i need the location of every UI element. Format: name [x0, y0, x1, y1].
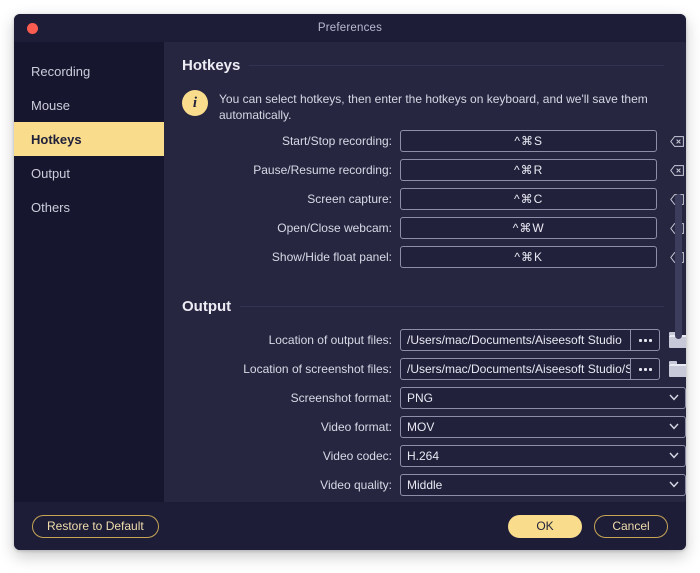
hotkey-label: Open/Close webcam:	[277, 221, 392, 235]
scrollbar-thumb[interactable]	[675, 194, 682, 339]
screenshot-path-input[interactable]: /Users/mac/Documents/Aiseesoft Studio/Sn…	[400, 358, 661, 380]
video-quality-select[interactable]: Middle	[400, 474, 686, 496]
sidebar-item-label: Hotkeys	[31, 131, 82, 147]
section-divider	[240, 306, 664, 307]
window-body: Recording Mouse Hotkeys Output Others Ho…	[14, 42, 686, 502]
hotkey-row-screen-capture: Screen capture: ^⌘C	[182, 188, 686, 210]
info-banner-text: You can select hotkeys, then enter the h…	[219, 92, 648, 122]
dialog-footer: Restore to Default OK Cancel	[14, 502, 686, 550]
settings-content: Hotkeys i You can select hotkeys, then e…	[164, 42, 686, 502]
video-quality-label: Video quality:	[320, 478, 392, 492]
video-codec-select[interactable]: H.264	[400, 445, 686, 467]
screenshot-format-select[interactable]: PNG	[400, 387, 686, 409]
hotkey-row-start-stop: Start/Stop recording: ^⌘S	[182, 130, 686, 152]
hotkey-input-pause-resume[interactable]: ^⌘R	[400, 159, 658, 181]
cancel-button[interactable]: Cancel	[594, 514, 668, 538]
output-path-row: Location of output files: /Users/mac/Doc…	[182, 329, 686, 351]
scrollbar-track[interactable]	[675, 44, 684, 500]
info-icon: i	[182, 90, 208, 116]
hotkey-label: Show/Hide float panel:	[271, 250, 392, 264]
video-quality-row: Video quality: Middle	[182, 474, 686, 496]
hotkey-value: ^⌘S	[514, 134, 544, 148]
sidebar-item-others[interactable]: Others	[14, 190, 164, 224]
video-format-select[interactable]: MOV	[400, 416, 686, 438]
video-codec-label: Video codec:	[322, 449, 392, 463]
screenshot-format-value: PNG	[407, 391, 434, 405]
hotkeys-section-header: Hotkeys	[182, 42, 686, 74]
video-quality-value: Middle	[407, 478, 443, 492]
video-format-label: Video format:	[320, 420, 392, 434]
section-title: Output	[182, 298, 232, 315]
ellipsis-icon[interactable]	[630, 359, 659, 379]
hotkey-label: Screen capture:	[307, 192, 392, 206]
screenshot-format-row: Screenshot format: PNG	[182, 387, 686, 409]
sidebar-item-recording[interactable]: Recording	[14, 54, 164, 88]
hotkey-input-screen-capture[interactable]: ^⌘C	[400, 188, 658, 210]
hotkey-label: Start/Stop recording:	[281, 134, 392, 148]
sidebar-item-label: Others	[31, 199, 71, 215]
ok-button[interactable]: OK	[508, 514, 582, 538]
hotkey-row-pause-resume: Pause/Resume recording: ^⌘R	[182, 159, 686, 181]
info-banner: i You can select hotkeys, then enter the…	[182, 90, 686, 123]
screenshot-path-label: Location of screenshot files:	[243, 362, 392, 376]
hotkey-label: Pause/Resume recording:	[253, 163, 392, 177]
sidebar: Recording Mouse Hotkeys Output Others	[14, 42, 164, 502]
window-title: Preferences	[317, 22, 383, 34]
screenshot-path-value: /Users/mac/Documents/Aiseesoft Studio/Sn…	[407, 362, 630, 376]
restore-to-default-button[interactable]: Restore to Default	[32, 514, 159, 538]
hotkey-input-webcam[interactable]: ^⌘W	[400, 217, 658, 239]
video-format-value: MOV	[407, 420, 435, 434]
screenshot-path-row: Location of screenshot files: /Users/mac…	[182, 358, 686, 380]
sidebar-item-label: Output	[31, 165, 71, 181]
section-title: Hotkeys	[182, 57, 241, 74]
hotkey-value: ^⌘C	[514, 192, 544, 206]
output-path-value: /Users/mac/Documents/Aiseesoft Studio	[407, 333, 622, 347]
hotkey-row-webcam: Open/Close webcam: ^⌘W	[182, 217, 686, 239]
screenshot-format-label: Screenshot format:	[290, 391, 392, 405]
sidebar-item-output[interactable]: Output	[14, 156, 164, 190]
sidebar-item-label: Mouse	[31, 97, 71, 113]
sidebar-item-mouse[interactable]: Mouse	[14, 88, 164, 122]
hotkey-input-start-stop[interactable]: ^⌘S	[400, 130, 658, 152]
video-codec-row: Video codec: H.264	[182, 445, 686, 467]
hotkey-value: ^⌘W	[512, 221, 545, 235]
output-section-header: Output	[182, 268, 686, 315]
video-codec-value: H.264	[407, 449, 440, 463]
output-path-input[interactable]: /Users/mac/Documents/Aiseesoft Studio	[400, 329, 661, 351]
ellipsis-icon[interactable]	[630, 330, 659, 350]
hotkey-input-float-panel[interactable]: ^⌘K	[400, 246, 658, 268]
hotkey-value: ^⌘R	[514, 163, 544, 177]
title-bar: Preferences	[14, 14, 686, 42]
video-format-row: Video format: MOV	[182, 416, 686, 438]
footer-actions: OK Cancel	[508, 514, 668, 538]
output-path-label: Location of output files:	[268, 333, 392, 347]
sidebar-item-hotkeys[interactable]: Hotkeys	[14, 122, 164, 156]
hotkey-row-float-panel: Show/Hide float panel: ^⌘K	[182, 246, 686, 268]
section-divider	[249, 65, 664, 66]
sidebar-item-label: Recording	[31, 63, 91, 79]
hotkey-value: ^⌘K	[514, 250, 544, 264]
preferences-window: Preferences Recording Mouse Hotkeys Outp…	[14, 14, 686, 550]
